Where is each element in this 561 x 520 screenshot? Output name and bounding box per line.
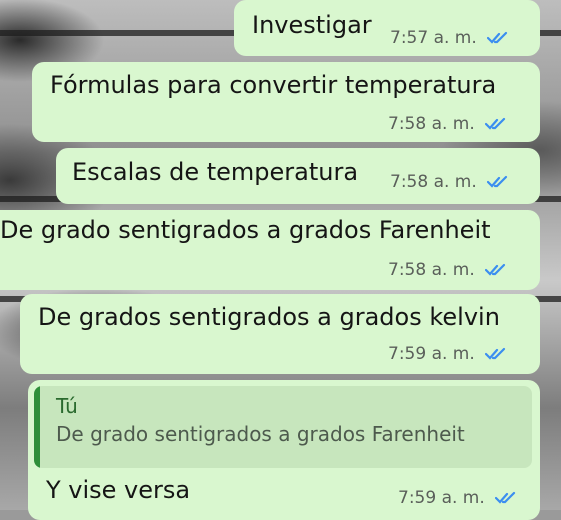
message-meta: 7:58 a. m. <box>388 260 509 280</box>
double-check-icon <box>484 263 505 276</box>
message-meta: 7:59 a. m. <box>398 488 519 508</box>
reply-author: Tú <box>56 394 78 418</box>
message-time: 7:57 a. m. <box>390 28 477 48</box>
reply-text: De grado sentigrados a grados Farenheit <box>56 422 465 446</box>
message-text: De grado sentigrados a grados Farenheit <box>0 216 491 244</box>
message-text: Y vise versa <box>46 476 191 504</box>
message-meta: 7:59 a. m. <box>388 344 509 364</box>
message-time: 7:58 a. m. <box>390 172 477 192</box>
message-bubble[interactable]: De grados sentigrados a grados kelvin 7:… <box>20 294 540 374</box>
message-time: 7:58 a. m. <box>388 114 475 134</box>
double-check-icon <box>484 347 505 360</box>
message-text: Escalas de temperatura <box>72 158 359 186</box>
message-bubble[interactable]: De grado sentigrados a grados Farenheit … <box>0 210 540 290</box>
message-bubble-reply[interactable]: Tú De grado sentigrados a grados Farenhe… <box>28 380 540 520</box>
message-meta: 7:58 a. m. <box>388 114 509 134</box>
message-text: De grados sentigrados a grados kelvin <box>38 303 500 331</box>
message-bubble[interactable]: Fórmulas para convertir temperatura 7:58… <box>32 62 540 142</box>
message-meta: 7:58 a. m. <box>390 172 511 192</box>
message-time: 7:58 a. m. <box>388 260 475 280</box>
message-text: Investigar <box>252 11 372 39</box>
message-bubble[interactable]: Escalas de temperatura 7:58 a. m. <box>56 148 540 204</box>
double-check-icon <box>486 31 507 44</box>
double-check-icon <box>494 491 515 504</box>
double-check-icon <box>486 175 507 188</box>
message-time: 7:59 a. m. <box>398 488 485 508</box>
message-text: Fórmulas para convertir temperatura <box>50 71 497 99</box>
reply-quote-bar <box>34 386 40 468</box>
message-meta: 7:57 a. m. <box>390 28 511 48</box>
message-time: 7:59 a. m. <box>388 344 475 364</box>
double-check-icon <box>484 117 505 130</box>
reply-quote[interactable]: Tú De grado sentigrados a grados Farenhe… <box>34 386 532 468</box>
message-bubble[interactable]: Investigar 7:57 a. m. <box>234 0 540 56</box>
